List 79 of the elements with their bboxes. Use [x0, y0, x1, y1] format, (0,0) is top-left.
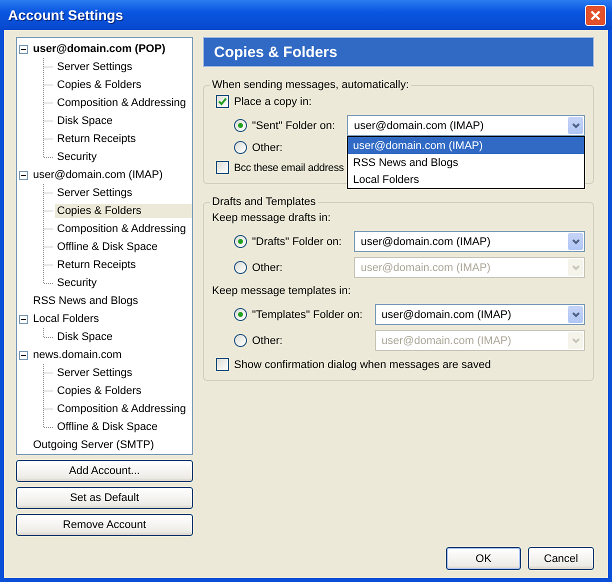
collapse-icon[interactable]: [19, 314, 28, 324]
caret-icon: [572, 338, 580, 344]
tree-line: [43, 58, 53, 76]
checkbox[interactable]: [216, 358, 229, 371]
caret-icon: [572, 264, 580, 270]
dialog-button[interactable]: Cancel: [528, 547, 594, 570]
radio-button[interactable]: [234, 261, 247, 274]
collapse-icon[interactable]: [19, 350, 28, 360]
account-item[interactable]: RSS News and Blogs: [31, 294, 140, 308]
tree-line: [43, 202, 53, 220]
folder-dropdown[interactable]: user@domain.com (IMAP): [374, 304, 585, 325]
settings-item[interactable]: Security: [55, 276, 99, 290]
collapse-icon[interactable]: [19, 44, 28, 54]
tree-line: [43, 112, 53, 130]
section-heading: Keep message drafts in:: [212, 212, 332, 224]
tree-line: [43, 184, 53, 202]
panel-header: Copies & Folders: [203, 37, 594, 67]
settings-item[interactable]: Offline & Disk Space: [55, 420, 160, 434]
close-icon: [590, 10, 601, 20]
radio-button[interactable]: [234, 235, 247, 248]
tree-line: [43, 94, 53, 112]
caret-icon: [572, 238, 580, 244]
tree-line: [43, 382, 53, 400]
tree-line: [43, 220, 53, 238]
account-item[interactable]: user@domain.com (IMAP): [31, 168, 165, 182]
settings-item[interactable]: Disk Space: [55, 330, 115, 344]
folder-dropdown[interactable]: user@domain.com (IMAP): [354, 231, 585, 252]
collapse-icon[interactable]: [19, 170, 28, 180]
settings-item[interactable]: Composition & Addressing: [55, 402, 188, 416]
settings-item[interactable]: Copies & Folders: [55, 384, 144, 398]
settings-item[interactable]: Server Settings: [55, 366, 134, 380]
tree-line: [43, 76, 53, 94]
check-icon: [218, 97, 227, 106]
radio-button[interactable]: [234, 119, 247, 132]
radio-label: Other:: [252, 334, 283, 346]
settings-item[interactable]: Composition & Addressing: [55, 96, 188, 110]
checkbox[interactable]: [216, 161, 229, 174]
radio-button[interactable]: [234, 141, 247, 154]
caret-icon: [572, 312, 580, 318]
settings-item[interactable]: Return Receipts: [55, 132, 138, 146]
checkbox-label: Place a copy in:: [234, 96, 312, 108]
radio-label: "Sent" Folder on:: [252, 120, 336, 132]
radio-button[interactable]: [234, 334, 247, 347]
tree-line: [43, 364, 53, 382]
settings-item[interactable]: Security: [55, 150, 99, 164]
group-legend: When sending messages, automatically:: [210, 79, 411, 91]
settings-item[interactable]: Composition & Addressing: [55, 222, 188, 236]
tree-line: [43, 328, 53, 338]
tree-line: [43, 238, 53, 256]
settings-item[interactable]: Return Receipts: [55, 258, 138, 272]
settings-item[interactable]: Server Settings: [55, 60, 134, 74]
dropdown-option[interactable]: user@domain.com (IMAP): [348, 137, 584, 154]
account-button[interactable]: Set as Default: [16, 487, 193, 509]
account-button[interactable]: Add Account...: [16, 460, 193, 482]
group-legend: Drafts and Templates: [210, 196, 318, 208]
account-item[interactable]: Local Folders: [31, 312, 102, 326]
settings-item[interactable]: Copies & Folders: [55, 204, 192, 218]
radio-label: Other:: [252, 142, 283, 154]
account-item[interactable]: news.domain.com: [31, 348, 124, 362]
account-item[interactable]: Outgoing Server (SMTP): [31, 438, 156, 452]
checkbox-label: Bcc these email address: [234, 162, 344, 174]
caret-icon: [572, 122, 580, 128]
account-item[interactable]: user@domain.com (POP): [31, 42, 168, 56]
settings-item[interactable]: Server Settings: [55, 186, 134, 200]
radio-label: "Drafts" Folder on:: [252, 236, 342, 248]
radio-button[interactable]: [234, 308, 247, 321]
checkbox-label: Show confirmation dialog when messages are saved: [234, 358, 491, 370]
settings-item[interactable]: Disk Space: [55, 114, 115, 128]
section-heading: Keep message templates in:: [212, 285, 352, 297]
account-button[interactable]: Remove Account: [16, 514, 193, 536]
window-title: Account Settings: [8, 7, 124, 23]
checkbox[interactable]: [216, 95, 229, 108]
dialog-button[interactable]: OK: [446, 547, 521, 570]
radio-label: Other:: [252, 262, 283, 274]
folder-dropdown[interactable]: user@domain.com (IMAP): [347, 115, 585, 136]
radio-label: "Templates" Folder on:: [252, 308, 363, 320]
close-button[interactable]: [585, 4, 606, 26]
settings-item[interactable]: Copies & Folders: [55, 78, 144, 92]
settings-item[interactable]: Offline & Disk Space: [55, 240, 160, 254]
